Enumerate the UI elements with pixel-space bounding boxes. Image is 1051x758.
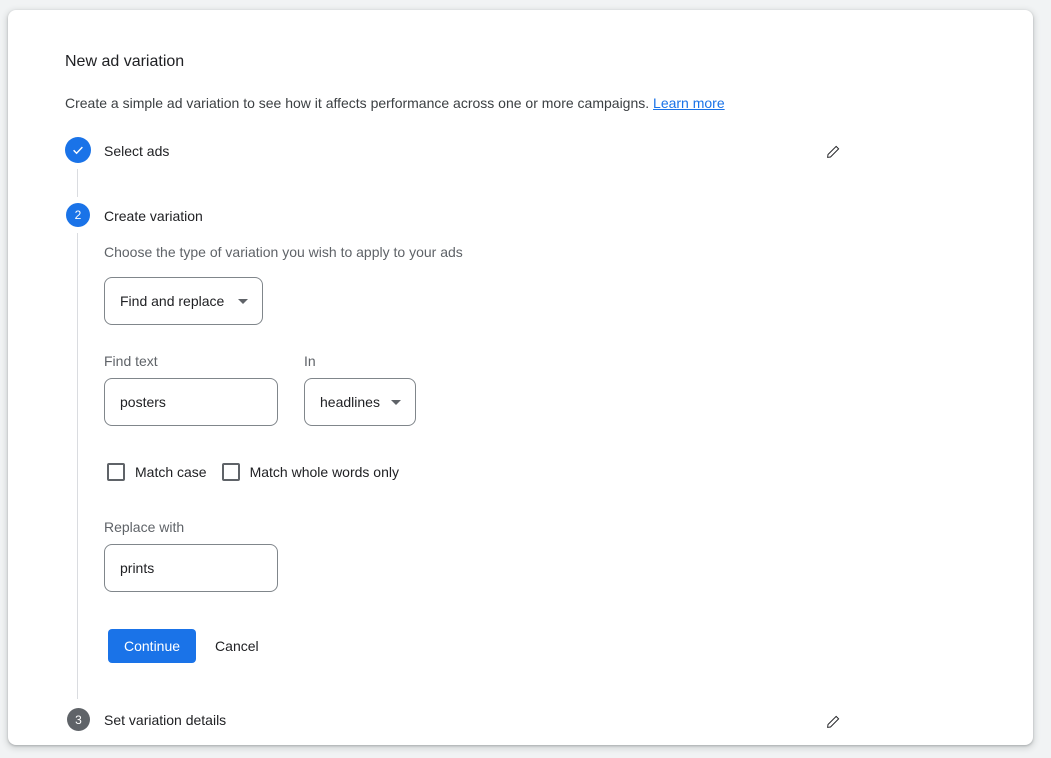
edit-step-3-button[interactable] — [820, 708, 846, 734]
pencil-icon — [826, 714, 841, 729]
edit-step-1-button[interactable] — [820, 138, 846, 164]
find-in-fields-row: headlines — [104, 378, 744, 426]
page-title: New ad variation — [65, 53, 184, 71]
replace-with-input[interactable] — [104, 544, 278, 592]
variation-type-value: Find and replace — [120, 293, 224, 309]
step-1-badge — [65, 137, 91, 163]
subtitle-text: Create a simple ad variation to see how … — [65, 95, 649, 111]
step-3-badge: 3 — [67, 708, 90, 731]
step-rail — [77, 233, 78, 699]
in-label: In — [304, 352, 316, 370]
check-icon — [71, 143, 85, 157]
find-text-label: Find text — [104, 352, 304, 370]
chevron-down-icon — [238, 299, 248, 304]
learn-more-link[interactable]: Learn more — [653, 95, 725, 111]
step-connector — [77, 169, 78, 197]
match-case-checkbox[interactable] — [107, 463, 125, 481]
page-subtitle: Create a simple ad variation to see how … — [65, 94, 725, 112]
create-variation-form: Choose the type of variation you wish to… — [104, 244, 744, 663]
find-text-input[interactable] — [104, 378, 278, 426]
match-whole-words-checkbox[interactable] — [222, 463, 240, 481]
variation-type-select[interactable]: Find and replace — [104, 277, 263, 325]
pencil-icon — [826, 144, 841, 159]
in-select-value: headlines — [320, 394, 380, 410]
form-actions: Continue Cancel — [104, 629, 744, 663]
step-1-label: Select ads — [104, 142, 169, 160]
match-whole-words-label: Match whole words only — [250, 464, 399, 480]
replace-with-label: Replace with — [104, 518, 744, 536]
step-3-label: Set variation details — [104, 711, 226, 729]
cancel-button[interactable]: Cancel — [215, 638, 259, 654]
variation-type-intro: Choose the type of variation you wish to… — [104, 244, 744, 261]
in-select[interactable]: headlines — [304, 378, 416, 426]
continue-button[interactable]: Continue — [108, 629, 196, 663]
step-2-label: Create variation — [104, 207, 203, 225]
match-options-row: Match case Match whole words only — [104, 463, 744, 481]
find-in-labels-row: Find text In — [104, 352, 744, 370]
new-ad-variation-card: New ad variation Create a simple ad vari… — [8, 10, 1033, 745]
chevron-down-icon — [391, 400, 401, 405]
match-case-label: Match case — [135, 464, 207, 480]
step-2-badge: 2 — [66, 203, 90, 227]
